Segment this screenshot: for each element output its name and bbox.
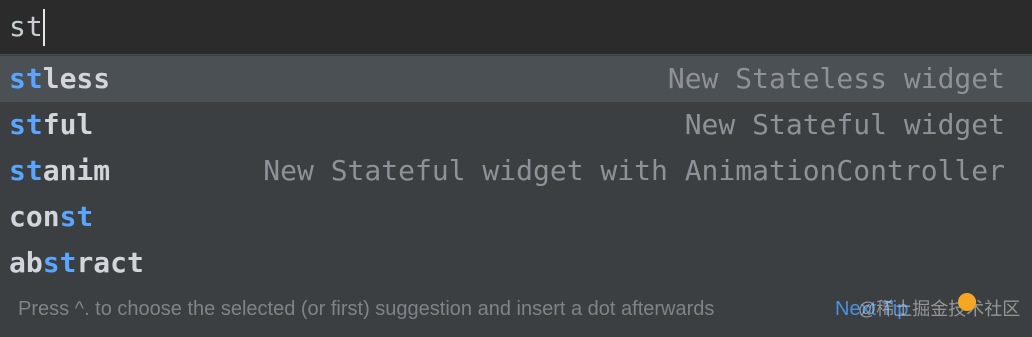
completion-item-abstract[interactable]: abstract — [0, 240, 1032, 286]
completion-lookup: stanim — [9, 154, 111, 187]
completion-description: New Stateful widget with AnimationContro… — [263, 154, 1005, 187]
completion-item-const[interactable]: const — [0, 194, 1032, 240]
match-highlight: st — [42, 246, 77, 279]
completion-item-stless[interactable]: stless New Stateless widget — [0, 56, 1032, 102]
typed-text: st — [9, 10, 43, 43]
match-highlight: st — [9, 108, 43, 141]
completion-description: New Stateless widget — [667, 62, 1005, 95]
completion-hint: Press ^. to choose the selected (or firs… — [18, 298, 715, 320]
completion-item-stful[interactable]: stful New Stateful widget — [0, 102, 1032, 148]
completion-lookup: stless — [9, 62, 111, 95]
completion-item-stanim[interactable]: stanim New Stateful widget with Animatio… — [0, 148, 1032, 194]
completion-popup: stless New Stateless widget stful New St… — [0, 54, 1032, 337]
watermark-text: @稀土掘金技术社区 — [858, 299, 1021, 319]
match-highlight: st — [59, 200, 94, 233]
editor-input-line[interactable]: st — [0, 0, 1032, 54]
completion-description: New Stateful widget — [684, 108, 1005, 141]
completion-lookup: const — [9, 200, 94, 233]
match-highlight: st — [9, 154, 43, 187]
completion-lookup: stful — [9, 108, 94, 141]
text-caret — [43, 9, 45, 46]
match-highlight: st — [9, 62, 43, 95]
completion-list: stless New Stateless widget stful New St… — [0, 56, 1032, 286]
completion-lookup: abstract — [9, 246, 144, 279]
watermark-logo-icon — [958, 293, 976, 311]
